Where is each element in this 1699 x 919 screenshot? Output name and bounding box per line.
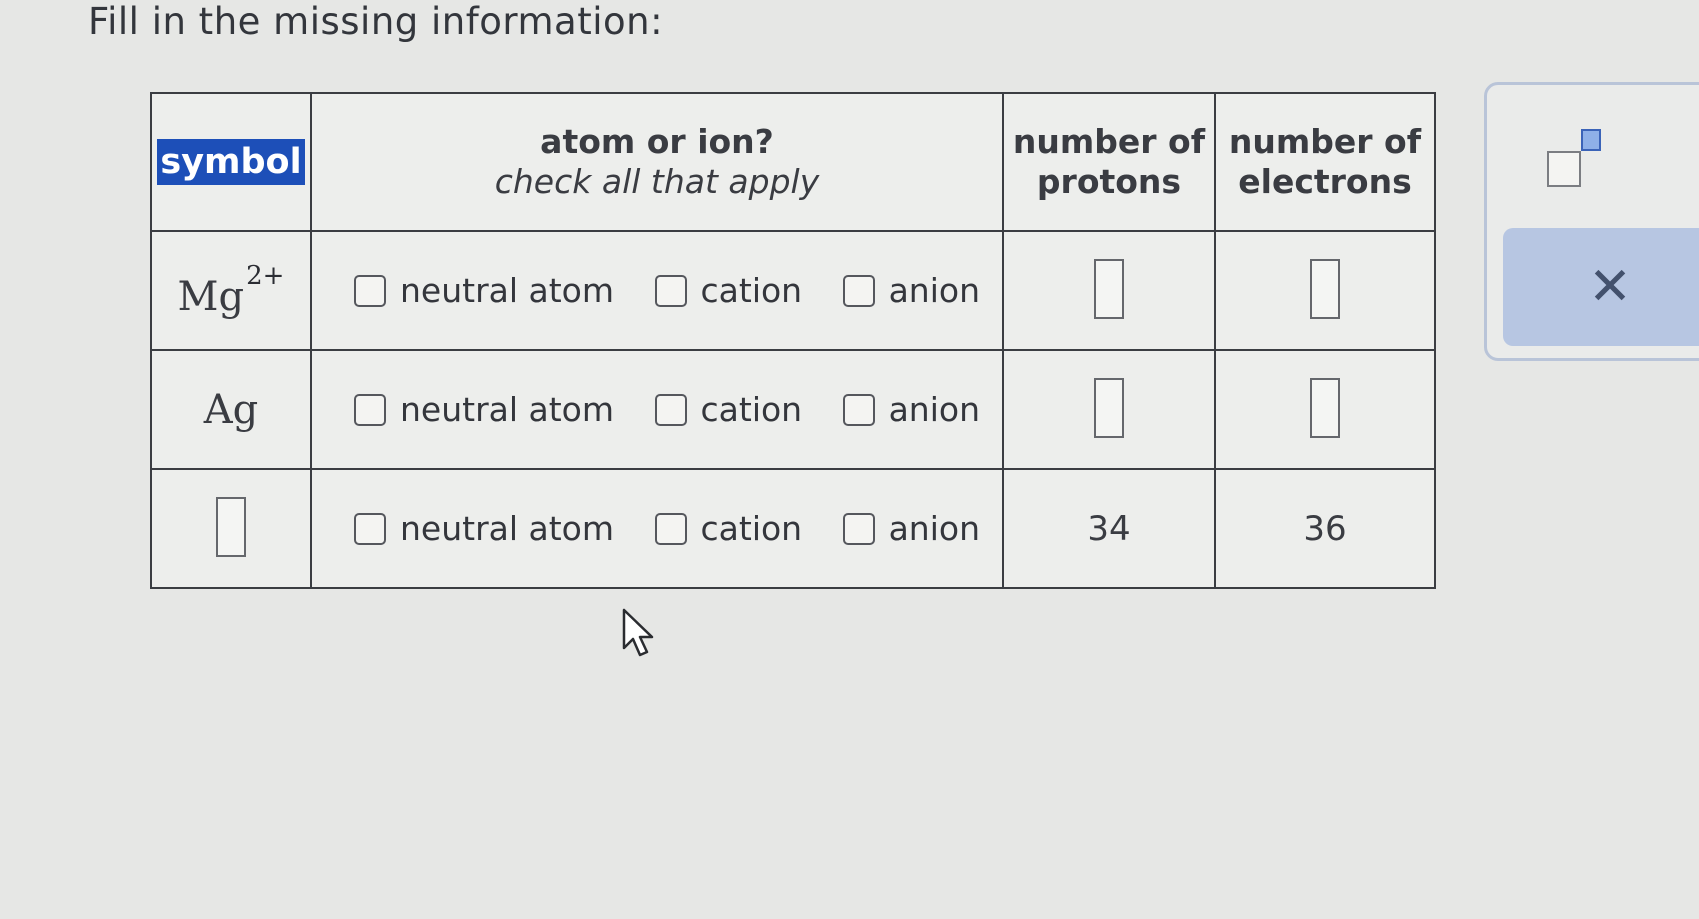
cation-label: cation: [700, 271, 803, 310]
cation-checkbox[interactable]: [654, 274, 687, 307]
anion-label: anion: [888, 390, 980, 429]
protons-input[interactable]: [1094, 258, 1124, 319]
atom-or-ion-header-label: atom or ion?: [540, 122, 774, 162]
neutral-atom-option[interactable]: neutral atom: [354, 390, 614, 429]
atom-or-ion-header-hint: check all that apply: [494, 162, 820, 201]
cation-option[interactable]: cation: [654, 509, 803, 548]
superscript-icon[interactable]: [1539, 129, 1619, 189]
table-row: Mg2+ neutral atom cation anion: [150, 230, 1436, 351]
symbol-column-header: symbol: [150, 92, 312, 232]
protons-cell: 34: [1002, 468, 1216, 589]
atom-or-ion-column-header: atom or ion? check all that apply: [310, 92, 1004, 232]
cation-label: cation: [700, 509, 803, 548]
cation-checkbox[interactable]: [654, 393, 687, 426]
cation-checkbox[interactable]: [654, 512, 687, 545]
electrons-value: 36: [1303, 508, 1347, 549]
neutral-atom-checkbox[interactable]: [354, 512, 386, 545]
protons-cell: [1002, 349, 1216, 470]
protons-value: 34: [1087, 508, 1131, 549]
neutral-atom-label: neutral atom: [400, 271, 615, 310]
anion-option[interactable]: anion: [842, 390, 980, 429]
cation-option[interactable]: cation: [654, 390, 803, 429]
electrons-input[interactable]: [1310, 258, 1340, 319]
atom-or-ion-cell: neutral atom cation anion: [310, 468, 1004, 589]
neutral-atom-checkbox[interactable]: [354, 274, 386, 307]
table-row: neutral atom cation anion 34 36: [150, 468, 1436, 589]
element-charge: 2+: [246, 261, 285, 291]
atom-or-ion-cell: neutral atom cation anion: [310, 349, 1004, 470]
cation-option[interactable]: cation: [654, 271, 803, 310]
protons-cell: [1002, 230, 1216, 351]
symbol-cell: [150, 468, 312, 589]
anion-checkbox[interactable]: [842, 274, 875, 307]
symbol-cell: Ag: [150, 349, 312, 470]
element-symbol: Ag: [203, 386, 259, 433]
electrons-cell: 36: [1214, 468, 1436, 589]
neutral-atom-option[interactable]: neutral atom: [354, 509, 614, 548]
element-symbol: Mg: [177, 274, 245, 320]
anion-label: anion: [888, 271, 980, 310]
clear-button[interactable]: ✕: [1503, 228, 1699, 346]
atom-or-ion-cell: neutral atom cation anion: [310, 230, 1004, 351]
neutral-atom-checkbox[interactable]: [354, 393, 386, 426]
question-prompt: Fill in the missing information:: [88, 0, 664, 43]
protons-input[interactable]: [1094, 377, 1124, 438]
electrons-cell: [1214, 230, 1436, 351]
question-table: symbol atom or ion? check all that apply…: [150, 92, 1436, 589]
table-row: Ag neutral atom cation anion: [150, 349, 1436, 470]
electrons-column-header: number of electrons: [1214, 92, 1436, 232]
anion-option[interactable]: anion: [842, 509, 980, 548]
symbol-cell: Mg2+: [150, 230, 312, 351]
symbol-header-label: symbol: [157, 139, 305, 185]
electrons-input[interactable]: [1310, 377, 1340, 438]
anion-checkbox[interactable]: [842, 512, 875, 545]
electrons-cell: [1214, 349, 1436, 470]
close-icon: ✕: [1588, 257, 1632, 317]
superscript-exponent-box: [1581, 129, 1601, 151]
symbol-input[interactable]: [216, 496, 246, 557]
answer-tools-panel: ✕: [1484, 82, 1699, 361]
cation-label: cation: [700, 390, 803, 429]
neutral-atom-label: neutral atom: [400, 390, 615, 429]
anion-label: anion: [888, 509, 980, 548]
anion-checkbox[interactable]: [842, 393, 875, 426]
neutral-atom-label: neutral atom: [400, 509, 615, 548]
neutral-atom-option[interactable]: neutral atom: [354, 271, 614, 310]
superscript-base-box: [1547, 151, 1581, 187]
header-row: symbol atom or ion? check all that apply…: [150, 92, 1436, 232]
anion-option[interactable]: anion: [842, 271, 980, 310]
protons-column-header: number of protons: [1002, 92, 1216, 232]
mouse-pointer-icon: [622, 608, 654, 657]
